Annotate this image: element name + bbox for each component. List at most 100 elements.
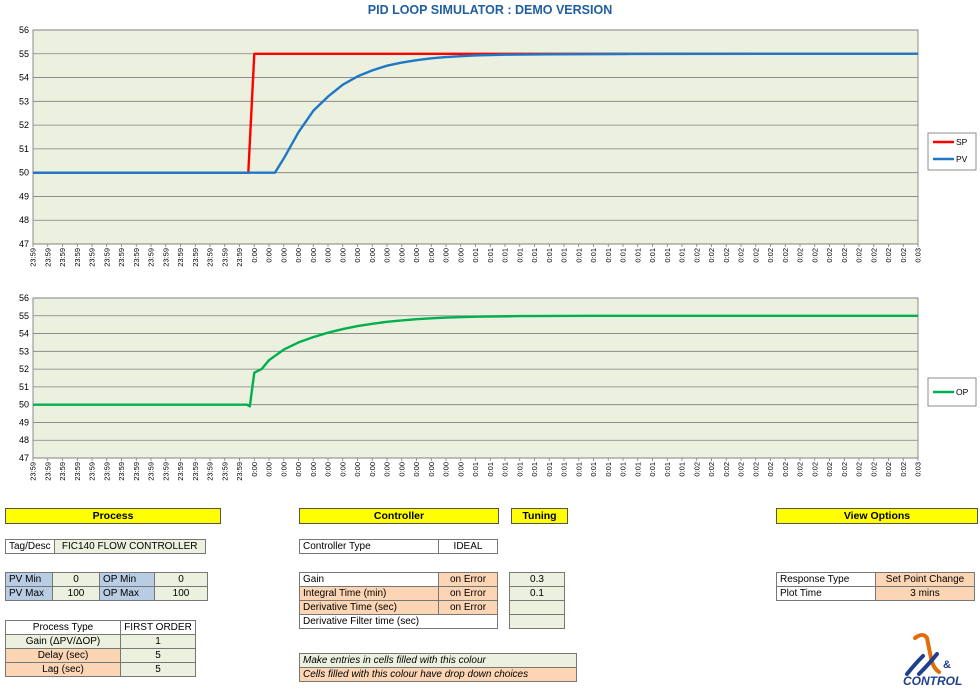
x-tick-label: 23:59: [88, 462, 97, 481]
x-tick-label: 0:00: [383, 462, 392, 477]
x-tick-label: 23:59: [206, 248, 215, 267]
delay-value[interactable]: 5: [120, 648, 196, 663]
process-type-table: Process Type FIRST ORDER Gain (ΔPV/ΔOP) …: [5, 620, 196, 677]
x-tick-label: 0:02: [899, 462, 908, 477]
y-tick-label: 55: [19, 311, 29, 321]
plot-time-value[interactable]: 3 mins: [875, 586, 975, 601]
x-tick-label: 23:59: [206, 462, 215, 481]
x-tick-label: 0:03: [914, 462, 923, 477]
process-type-label: Process Type: [5, 620, 121, 635]
ctrl-gain-label: Gain: [299, 572, 439, 587]
x-tick-label: 0:01: [648, 248, 657, 263]
x-tick-label: 0:00: [279, 248, 288, 263]
x-tick-label: 0:00: [442, 248, 451, 263]
integral-error[interactable]: on Error: [438, 586, 498, 601]
controller-type-label: Controller Type: [299, 539, 439, 554]
x-tick-label: 23:59: [132, 248, 141, 267]
x-tick-label: 0:02: [884, 248, 893, 263]
y-tick-label: 56: [19, 293, 29, 303]
y-tick-label: 55: [19, 49, 29, 59]
legend-label-pv: PV: [956, 154, 968, 164]
x-tick-label: 0:00: [368, 248, 377, 263]
x-tick-label: 23:59: [176, 462, 185, 481]
x-tick-label: 0:02: [810, 248, 819, 263]
process-type-value[interactable]: FIRST ORDER: [120, 620, 196, 635]
x-tick-label: 0:02: [840, 248, 849, 263]
x-tick-label: 23:59: [29, 248, 38, 267]
op-max-value[interactable]: 100: [154, 586, 208, 601]
response-type-value[interactable]: Set Point Change: [875, 572, 975, 587]
x-tick-label: 0:00: [456, 248, 465, 263]
x-tick-label: 0:01: [633, 462, 642, 477]
x-tick-label: 0:01: [574, 248, 583, 263]
controller-header[interactable]: Controller: [299, 508, 499, 524]
ctrl-gain-error[interactable]: on Error: [438, 572, 498, 587]
y-tick-label: 50: [19, 400, 29, 410]
x-tick-label: 23:59: [220, 248, 229, 267]
op-min-value[interactable]: 0: [154, 572, 208, 587]
derivative-value[interactable]: [509, 600, 565, 615]
x-tick-label: 0:01: [604, 462, 613, 477]
tuning-header[interactable]: Tuning: [511, 508, 568, 524]
tag-desc-value[interactable]: FIC140 FLOW CONTROLLER: [53, 539, 206, 554]
x-tick-label: 0:00: [250, 462, 259, 477]
x-tick-label: 0:01: [589, 462, 598, 477]
x-tick-label: 0:00: [294, 462, 303, 477]
x-tick-label: 23:59: [191, 462, 200, 481]
x-tick-label: 0:00: [353, 462, 362, 477]
y-tick-label: 56: [19, 25, 29, 35]
x-tick-label: 0:00: [294, 248, 303, 263]
op-chart: 47 48 49 50 51 52 53 54 55 56 23:59 23:59 23:59 23:59…: [19, 293, 977, 481]
x-tick-label: 23:59: [58, 462, 67, 481]
company-logo: & CONTROL: [903, 633, 962, 688]
logo-text: CONTROL: [903, 674, 962, 688]
x-tick-label: 0:02: [707, 462, 716, 477]
integral-value[interactable]: 0.1: [509, 586, 565, 601]
y-tick-label: 47: [19, 239, 29, 249]
plot-area: [32, 297, 919, 459]
x-tick-label: 0:01: [678, 462, 687, 477]
x-tick-label: 0:01: [471, 462, 480, 477]
pv-min-value[interactable]: 0: [52, 572, 100, 587]
x-tick-label: 0:00: [265, 462, 274, 477]
controller-type-value[interactable]: IDEAL: [438, 539, 498, 554]
x-tick-label: 23:59: [73, 462, 82, 481]
y-tick-label: 48: [19, 435, 29, 445]
legend-notes: Make entries in cells filled with this c…: [299, 653, 577, 682]
x-tick-label: 23:59: [102, 462, 111, 481]
x-tick-label: 23:59: [43, 462, 52, 481]
x-tick-label: 0:01: [648, 462, 657, 477]
x-tick-label: 0:00: [442, 462, 451, 477]
x-tick-label: 23:59: [117, 462, 126, 481]
x-tick-label: 0:00: [368, 462, 377, 477]
x-tick-label: 0:00: [397, 462, 406, 477]
x-tick-label: 0:02: [751, 462, 760, 477]
view-options-header[interactable]: View Options: [776, 508, 978, 524]
x-tick-label: 0:02: [722, 248, 731, 263]
x-tick-label: 0:02: [825, 462, 834, 477]
y-tick-label: 53: [19, 346, 29, 356]
deriv-filter-value[interactable]: [509, 614, 565, 629]
pv-max-value[interactable]: 100: [52, 586, 100, 601]
derivative-error[interactable]: on Error: [438, 600, 498, 615]
x-tick-label: 0:02: [855, 248, 864, 263]
delay-label: Delay (sec): [5, 648, 121, 663]
x-tick-label: 0:01: [515, 462, 524, 477]
x-tick-label: 23:59: [88, 248, 97, 267]
x-tick-label: 23:59: [132, 462, 141, 481]
ctrl-gain-value[interactable]: 0.3: [509, 572, 565, 587]
x-tick-label: 0:02: [855, 462, 864, 477]
x-tick-label: 0:02: [751, 248, 760, 263]
legend-label-op: OP: [956, 387, 969, 397]
process-header[interactable]: Process: [5, 508, 221, 524]
x-tick-label: 0:00: [353, 248, 362, 263]
x-tick-label: 0:01: [560, 462, 569, 477]
x-tick-label: 0:00: [309, 248, 318, 263]
y-tick-label: 48: [19, 215, 29, 225]
x-tick-label: 0:02: [692, 462, 701, 477]
gain-value[interactable]: 1: [120, 634, 196, 649]
lag-value[interactable]: 5: [120, 662, 196, 677]
x-tick-label: 0:01: [501, 248, 510, 263]
x-tick-label: 0:02: [766, 248, 775, 263]
x-tick-label: 0:02: [869, 248, 878, 263]
